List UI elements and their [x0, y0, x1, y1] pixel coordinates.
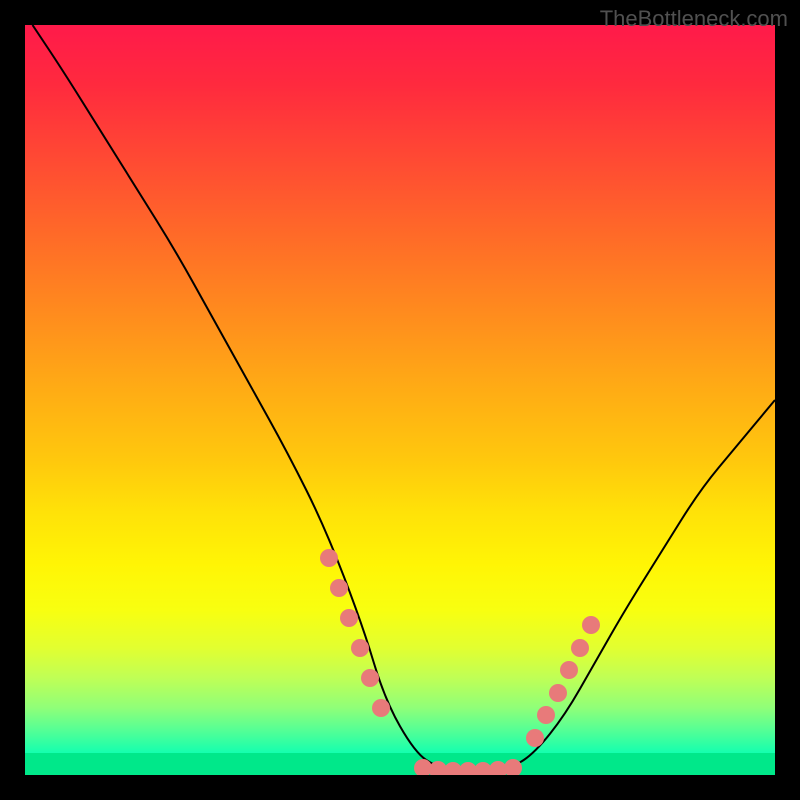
data-dot-left	[320, 549, 338, 567]
data-dot-right	[537, 706, 555, 724]
plot-area	[25, 25, 775, 775]
data-dot-right	[582, 616, 600, 634]
data-dot-left	[372, 699, 390, 717]
data-dot-bottom	[504, 759, 522, 776]
data-dot-left	[340, 609, 358, 627]
data-dot-left	[361, 669, 379, 687]
data-dot-right	[571, 639, 589, 657]
curve-svg	[25, 25, 775, 775]
data-dot-right	[549, 684, 567, 702]
data-dot-right	[560, 661, 578, 679]
data-dot-left	[351, 639, 369, 657]
watermark-text: TheBottleneck.com	[600, 6, 788, 32]
data-dot-right	[526, 729, 544, 747]
bottleneck-curve	[33, 25, 776, 771]
data-dot-left	[330, 579, 348, 597]
